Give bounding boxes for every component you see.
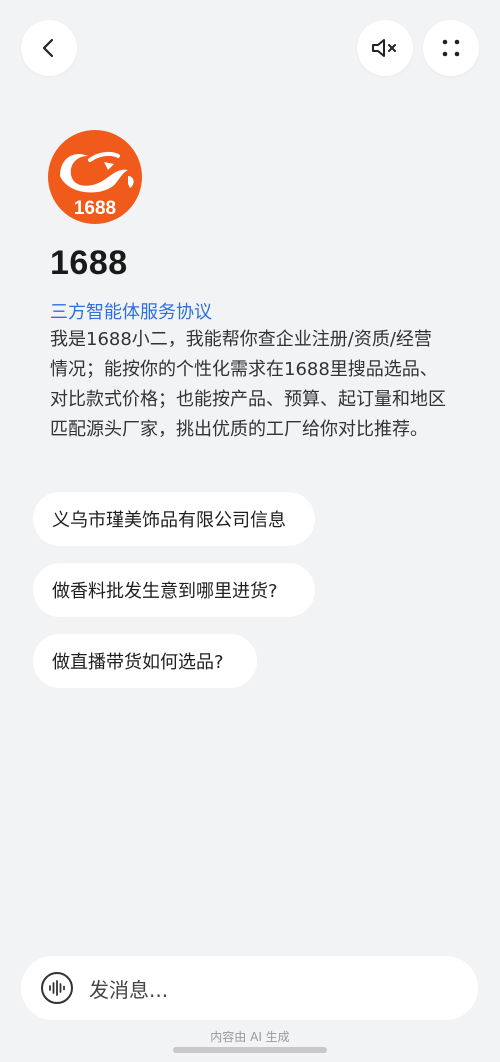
voice-wave-icon[interactable]	[41, 972, 73, 1004]
message-input[interactable]: 发消息...	[89, 974, 168, 1003]
suggestion-chip[interactable]: 做直播带货如何选品?	[33, 634, 257, 688]
agent-name: 1688	[50, 244, 128, 282]
agent-chat-screen: 1688 1688 三方智能体服务协议 我是1688小二，我能帮你查企业注册/资…	[0, 0, 500, 1062]
suggestion-chip[interactable]: 义乌市瑾美饰品有限公司信息	[33, 492, 315, 546]
ai-disclaimer: 内容由 AI 生成	[210, 1030, 290, 1044]
message-input-bar[interactable]: 发消息...	[21, 956, 478, 1020]
mute-button[interactable]	[357, 20, 413, 76]
service-agreement-link[interactable]: 三方智能体服务协议	[50, 298, 212, 324]
suggestion-chip[interactable]: 做香料批发生意到哪里进货?	[33, 563, 315, 617]
chevron-left-icon	[42, 38, 54, 58]
speaker-muted-icon	[372, 39, 396, 57]
four-dots-icon	[442, 39, 460, 57]
agent-logo: 1688	[48, 130, 142, 224]
agent-intro: 我是1688小二，我能帮你查企业注册/资质/经营情况；能按你的个性化需求在168…	[50, 329, 446, 440]
logo-text: 1688	[74, 198, 116, 219]
more-button[interactable]	[423, 20, 479, 76]
home-indicator[interactable]	[173, 1047, 327, 1053]
back-button[interactable]	[21, 20, 77, 76]
